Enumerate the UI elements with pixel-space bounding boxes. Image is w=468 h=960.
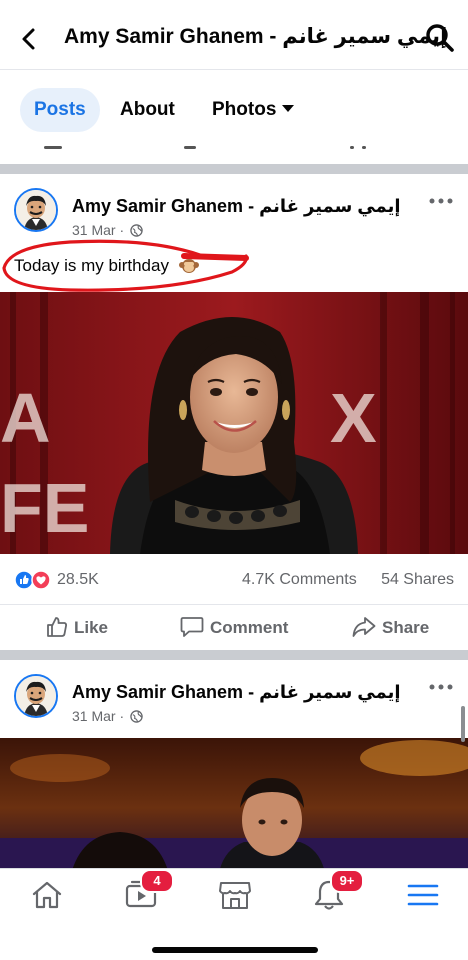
feed-divider [0,164,468,174]
post-text: Today is my birthday [14,256,200,276]
post-photo[interactable] [0,738,468,870]
search-icon[interactable] [424,22,456,54]
post-card: Amy Samir Ghanem - إيمي سمير غانم 31 Mar… [0,660,468,870]
like-button[interactable]: Like [46,613,108,643]
svg-text:A: A [0,379,51,457]
globe-icon [130,710,143,723]
page-title: Amy Samir Ghanem - إيمي سمير غانم [64,25,448,48]
meta-separator: · [119,708,125,724]
previous-content-peek [0,146,468,158]
comment-button[interactable]: Comment [180,613,288,643]
nav-watch[interactable]: 4 [124,869,174,911]
post-photo[interactable]: A FE X [0,292,468,554]
hamburger-menu-icon [407,884,439,906]
post-author[interactable]: Amy Samir Ghanem - إيمي سمير غانم [72,682,401,703]
chevron-left-icon[interactable] [14,24,44,54]
reactions-icon[interactable] [14,570,52,590]
monkey-emoji-icon [178,259,199,273]
caret-down-icon [282,105,295,112]
thumbs-up-icon [47,617,67,637]
marketplace-icon [219,882,251,909]
share-button[interactable]: Share [352,613,429,643]
profile-tabs: Posts About Photos [0,70,468,164]
nav-menu[interactable] [406,879,440,911]
post-date[interactable]: 31 Mar [72,708,116,724]
scrollbar-thumb[interactable] [461,706,465,742]
bottom-nav: 4 9+ [0,868,468,960]
more-options-icon[interactable] [428,680,454,694]
notifications-badge: 9+ [330,869,364,893]
nav-home[interactable] [30,879,64,911]
like-label: Like [74,618,109,637]
share-arrow-icon [352,617,376,637]
tab-photos-label: Photos [212,99,277,120]
tab-photos[interactable]: Photos [198,88,308,132]
nav-notifications[interactable]: 9+ [312,869,364,911]
share-label: Share [382,618,430,637]
feed-divider [0,650,468,660]
tab-posts[interactable]: Posts [20,88,100,132]
post-stats: 28.5K 4.7K Comments 54 Shares [0,560,468,596]
comment-label: Comment [210,618,289,637]
tab-about[interactable]: About [106,88,189,132]
nav-marketplace[interactable] [218,879,252,911]
avatar[interactable] [14,674,58,718]
couple-event-photo [0,738,468,870]
avatar-caricature-image [16,190,56,230]
post-actions: Like Comment Share [0,604,468,650]
avatar[interactable] [14,188,58,232]
comments-count[interactable]: 4.7K Comments [242,571,357,589]
woman-red-carpet-photo: A FE X [0,292,468,554]
reactions-count[interactable]: 28.5K [57,571,99,589]
page-header: Amy Samir Ghanem - إيمي سمير غانم [0,0,468,70]
post-meta: 31 Mar · [72,708,143,724]
avatar-caricature-image [16,676,56,716]
post-author[interactable]: Amy Samir Ghanem - إيمي سمير غانم [72,196,401,217]
svg-text:FE: FE [0,469,89,547]
home-indicator[interactable] [152,947,318,953]
post-text-content: Today is my birthday [14,256,169,275]
watch-badge: 4 [140,869,174,893]
svg-text:X: X [330,379,377,457]
more-options-icon[interactable] [428,194,454,208]
comment-icon [180,617,204,637]
shares-count[interactable]: 54 Shares [381,571,454,589]
post-card: Amy Samir Ghanem - إيمي سمير غانم 31 Mar… [0,174,468,650]
home-icon [32,881,62,909]
